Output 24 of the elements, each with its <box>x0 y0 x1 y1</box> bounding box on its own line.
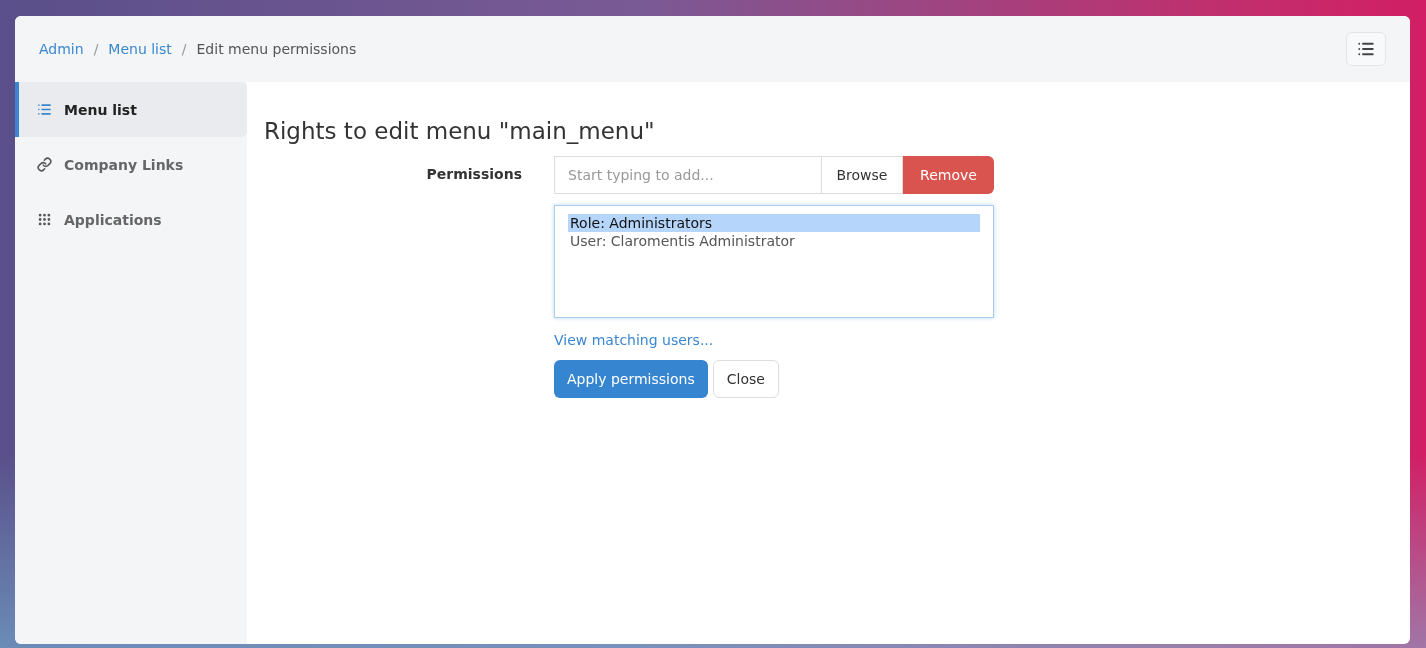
permission-option[interactable]: User: Claromentis Administrator <box>568 232 980 250</box>
link-icon <box>37 157 52 172</box>
sidebar-item[interactable]: Company Links <box>15 137 247 192</box>
sidebar-item[interactable]: Menu list <box>15 82 247 137</box>
grid-icon <box>37 212 52 227</box>
breadcrumb-link[interactable]: Admin <box>39 41 84 57</box>
sidebar-item[interactable]: Applications <box>15 192 247 247</box>
view-users-link[interactable]: View matching users... <box>554 332 714 348</box>
page-heading-text: Edit menu permissions <box>196 41 357 57</box>
breadcrumb-link[interactable]: Menu list <box>108 41 172 57</box>
remove-button[interactable]: Remove <box>903 156 994 194</box>
breadcrumb-separator: / <box>93 41 99 57</box>
permissions-label: Permissions <box>425 165 522 184</box>
permission-option[interactable]: Role: Administrators <box>568 214 980 232</box>
page-title: Rights to edit menu "main_menu" <box>264 118 656 144</box>
apply-button[interactable]: Apply permissions <box>554 360 708 398</box>
list-view-button[interactable] <box>1346 32 1386 66</box>
list-icon <box>1357 40 1375 58</box>
browse-button[interactable]: Browse <box>821 156 903 194</box>
list-icon <box>37 102 52 117</box>
breadcrumb-separator: / <box>181 41 187 57</box>
permissions-input[interactable]: Start typing to add... <box>554 156 821 194</box>
permissions-list[interactable]: Role: Administrators User: Claromentis Administrator <box>554 205 994 318</box>
close-button[interactable]: Close <box>712 360 779 398</box>
